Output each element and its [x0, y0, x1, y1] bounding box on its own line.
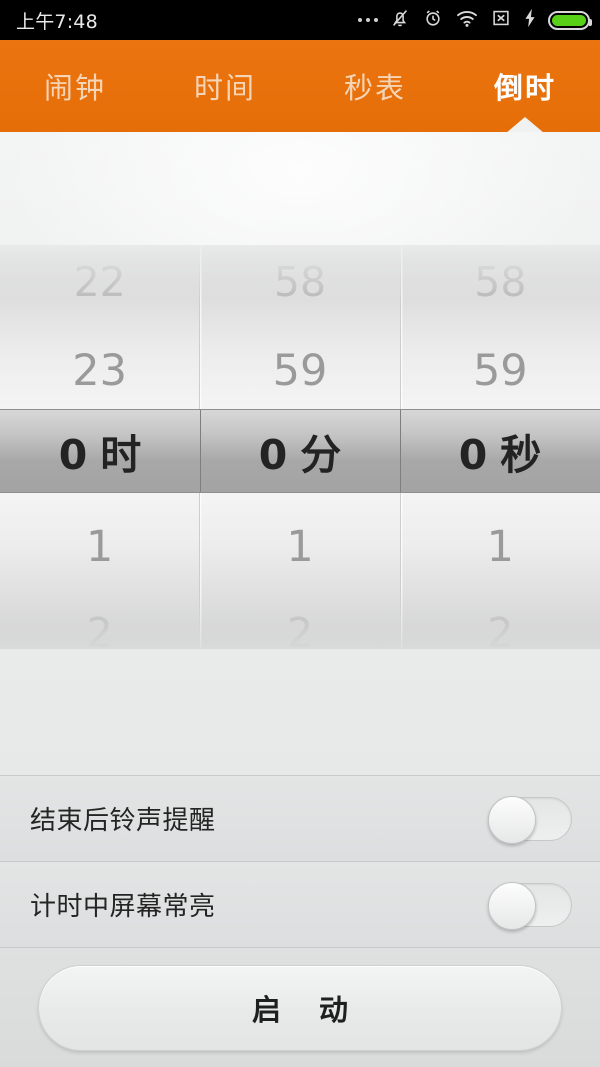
status-bar: 上午7:48 [0, 0, 600, 40]
hours-unit-label: 时 [100, 431, 142, 479]
footer-bar: 启 动 [0, 947, 600, 1067]
tab-alarm-label: 闹钟 [43, 71, 106, 105]
charging-bolt-icon [523, 7, 537, 33]
picker-item-seconds-below-far[interactable]: 2 [401, 609, 600, 657]
status-bar-icons [358, 7, 592, 33]
wifi-icon [455, 8, 479, 32]
toggle-ring-alert[interactable] [488, 795, 572, 844]
picker-selected-minutes[interactable]: 0分 [200, 421, 400, 481]
start-button-label: 启 动 [251, 992, 363, 1027]
toggle-keep-screen-on[interactable] [488, 881, 572, 930]
bell-muted-icon [389, 7, 411, 33]
no-sim-icon [490, 7, 512, 33]
tab-countdown[interactable]: 倒时 [450, 40, 600, 133]
app-screen: 上午7:48 闹钟 时间 秒表 倒时 22 23 1 2 58 59 1 2 5… [0, 0, 600, 1067]
picker-item-hours-below-near[interactable]: 1 [0, 522, 199, 572]
setting-label-ring-alert: 结束后铃声提醒 [30, 806, 216, 836]
settings-list: 结束后铃声提醒 计时中屏幕常亮 [0, 775, 600, 947]
tab-stopwatch-label: 秒表 [343, 71, 406, 105]
picker-item-minutes-above-far[interactable]: 58 [200, 258, 399, 306]
picker-item-minutes-below-far[interactable]: 2 [200, 609, 399, 657]
tab-bar: 闹钟 时间 秒表 倒时 [0, 40, 600, 133]
tab-clock[interactable]: 时间 [150, 40, 300, 132]
picker-item-minutes-above-near[interactable]: 59 [200, 346, 399, 396]
duration-picker[interactable]: 22 23 1 2 58 59 1 2 58 59 1 2 0时 0 分 0 秒 [0, 245, 600, 657]
tab-indicator-triangle [506, 117, 544, 133]
tab-stopwatch[interactable]: 秒表 [300, 40, 450, 132]
toggle-knob [488, 881, 536, 930]
minutes-unit-label: 分 [300, 431, 342, 479]
toggle-knob [488, 795, 536, 844]
setting-label-keep-screen-on: 计时中屏幕常亮 [30, 892, 216, 922]
selected-seconds-value: 0 [458, 431, 488, 479]
picker-item-seconds-above-far[interactable]: 58 [401, 258, 600, 306]
selected-hours-value: 0 [58, 431, 88, 479]
tab-countdown-label: 倒时 [493, 71, 556, 105]
alarm-clock-icon [422, 7, 444, 33]
picker-item-hours-above-far[interactable]: 22 [0, 258, 199, 306]
tab-alarm[interactable]: 闹钟 [0, 40, 150, 132]
seconds-unit-label: 秒 [500, 431, 542, 479]
status-bar-clock: 上午7:48 [16, 10, 98, 33]
more-dots-icon [358, 18, 378, 22]
battery-icon [548, 10, 592, 30]
picker-item-hours-above-near[interactable]: 23 [0, 346, 199, 396]
setting-row-ring-alert[interactable]: 结束后铃声提醒 [0, 775, 600, 861]
picker-item-hours-below-far[interactable]: 2 [0, 609, 199, 657]
picker-item-seconds-above-near[interactable]: 59 [401, 346, 600, 396]
start-button[interactable]: 启 动 [38, 964, 562, 1051]
picker-item-minutes-below-near[interactable]: 1 [200, 522, 399, 572]
picker-selected-hours[interactable]: 0时 [0, 421, 200, 481]
picker-item-seconds-below-near[interactable]: 1 [401, 522, 600, 572]
picker-selected-seconds[interactable]: 0秒 [400, 421, 600, 481]
setting-row-keep-screen-on[interactable]: 计时中屏幕常亮 [0, 861, 600, 947]
tab-clock-label: 时间 [193, 71, 256, 105]
selected-minutes-value: 0 [258, 431, 288, 479]
picker-selected-values: 0时 0分 0秒 [0, 409, 600, 493]
